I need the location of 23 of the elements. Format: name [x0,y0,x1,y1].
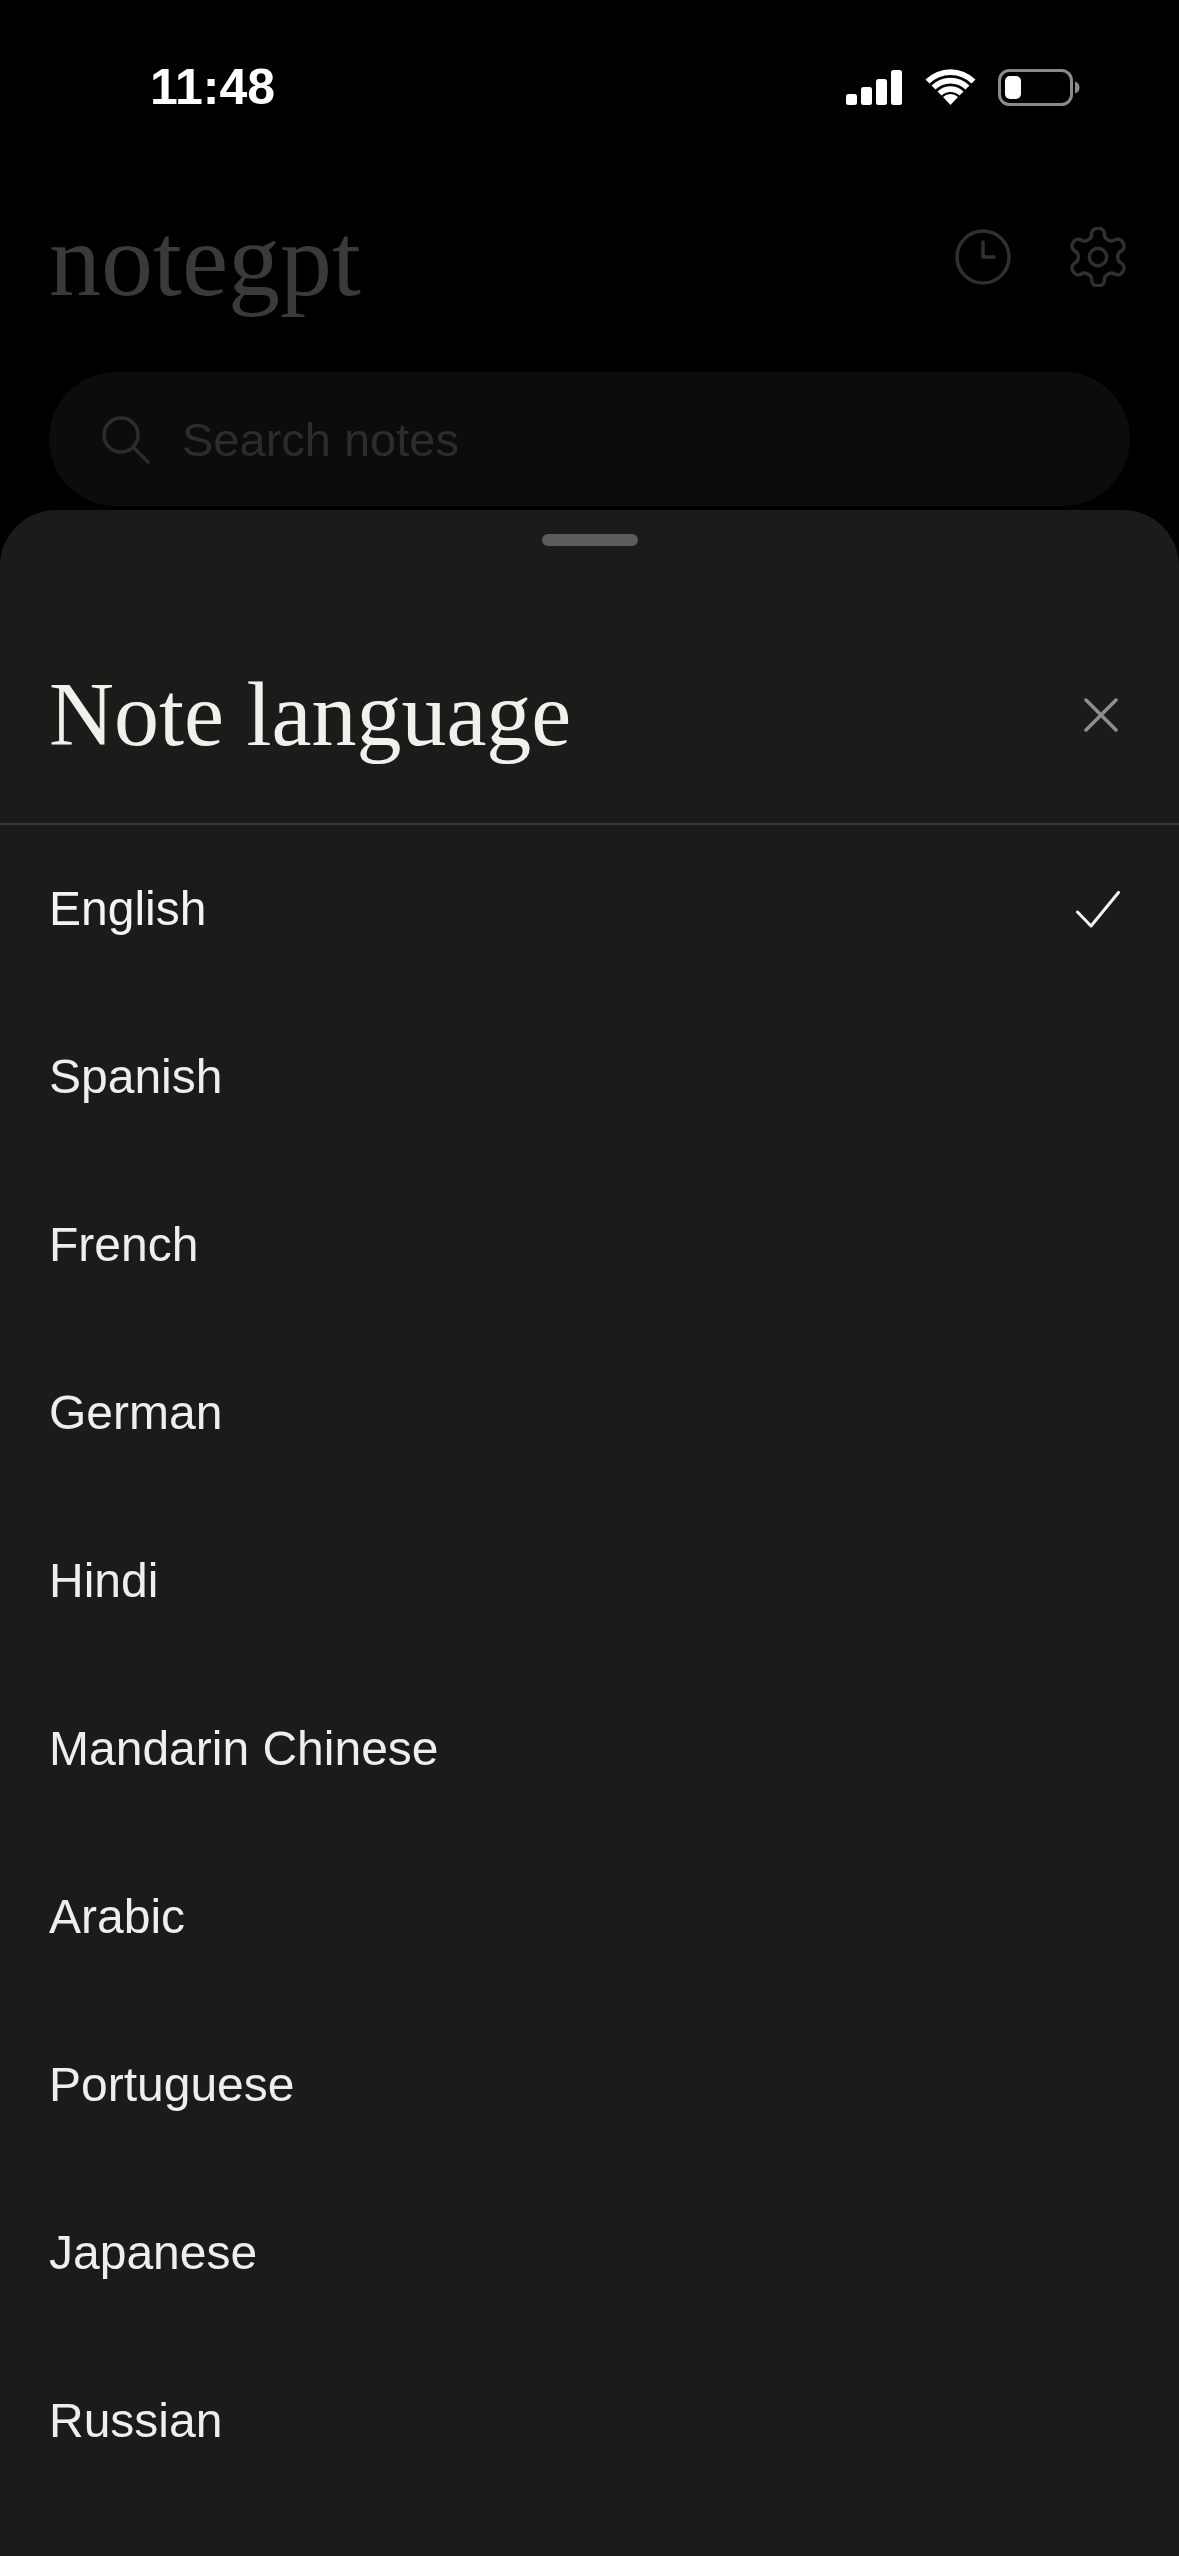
language-option[interactable]: Japanese [0,2169,1179,2337]
language-option[interactable]: Mandarin Chinese [0,1665,1179,1833]
signal-icon [846,69,902,105]
status-time: 11:48 [150,62,276,112]
sheet-title: Note language [49,664,572,766]
battery-icon [998,68,1080,106]
language-option[interactable]: Spanish [0,993,1179,1161]
language-option[interactable]: French [0,1161,1179,1329]
clock-icon[interactable] [955,229,1011,285]
language-option[interactable]: Portuguese [0,2001,1179,2169]
app-title: notegpt [49,200,361,319]
language-option[interactable]: Arabic [0,1833,1179,2001]
language-option[interactable]: Hindi [0,1497,1179,1665]
search-icon [101,415,150,464]
language-option[interactable]: English [0,825,1179,993]
language-option[interactable]: German [0,1329,1179,1497]
close-button[interactable] [1084,698,1118,732]
close-icon [1084,698,1118,732]
language-option[interactable]: Russian [0,2337,1179,2505]
checkmark-icon [1076,890,1120,928]
wifi-icon [925,69,976,105]
drag-handle[interactable] [541,534,638,546]
settings-icon[interactable] [1068,227,1128,287]
